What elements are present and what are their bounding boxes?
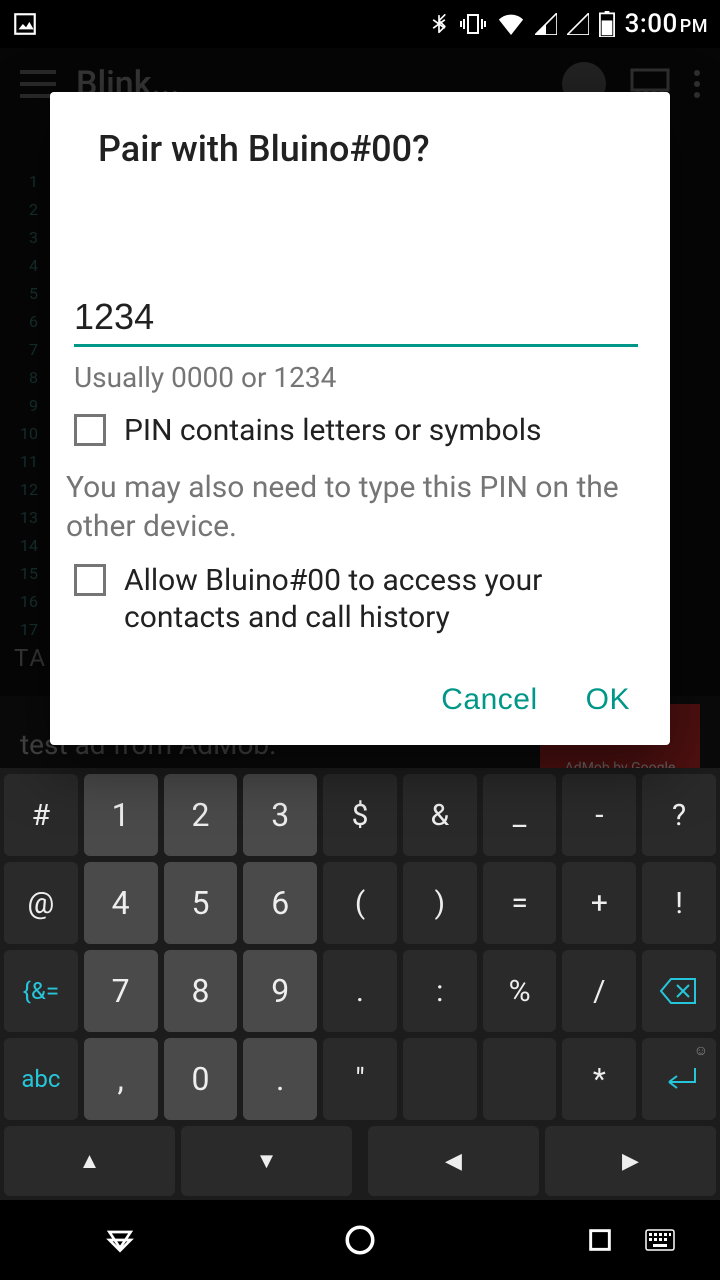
key-5[interactable]: 5 — [164, 862, 238, 944]
key-3[interactable]: 3 — [243, 774, 317, 856]
key-:[interactable]: : — [403, 950, 477, 1032]
status-time: 3:00PM — [625, 9, 708, 39]
key-.[interactable]: . — [243, 1038, 317, 1120]
arrow-left-key[interactable]: ◀ — [368, 1126, 539, 1196]
pin-input[interactable] — [74, 288, 638, 347]
key-([interactable]: ( — [323, 862, 397, 944]
screenshot-notification-icon — [12, 11, 38, 37]
vibrate-icon — [459, 12, 487, 36]
key-blank[interactable] — [483, 1038, 557, 1120]
pin-info-text: You may also need to type this PIN on th… — [66, 468, 638, 546]
contacts-access-label: Allow Bluino#00 to access your contacts … — [124, 562, 638, 637]
key-=[interactable]: = — [483, 862, 557, 944]
key-.[interactable]: . — [323, 950, 397, 1032]
arrow-up-key[interactable]: ▲ — [4, 1126, 175, 1196]
ime-switch-button[interactable] — [620, 1210, 700, 1270]
key-↵[interactable]: ☺ — [642, 1038, 716, 1120]
wifi-icon — [497, 13, 525, 35]
key-blank[interactable] — [403, 1038, 477, 1120]
home-button[interactable] — [320, 1210, 400, 1270]
ok-button[interactable]: OK — [586, 683, 630, 717]
pin-letters-checkbox-row[interactable]: PIN contains letters or symbols — [74, 412, 638, 450]
key-⌫[interactable] — [642, 950, 716, 1032]
contacts-access-checkbox-row[interactable]: Allow Bluino#00 to access your contacts … — [74, 562, 638, 637]
key-0[interactable]: 0 — [164, 1038, 238, 1120]
key-{&=[interactable]: {&= — [4, 950, 78, 1032]
key-?[interactable]: ? — [642, 774, 716, 856]
checkbox-icon[interactable] — [74, 564, 106, 596]
key-%[interactable]: % — [483, 950, 557, 1032]
key-+[interactable]: + — [562, 862, 636, 944]
pin-letters-label: PIN contains letters or symbols — [124, 412, 542, 450]
checkbox-icon[interactable] — [74, 414, 106, 446]
key-&[interactable]: & — [403, 774, 477, 856]
back-button[interactable] — [80, 1210, 160, 1270]
arrow-right-key[interactable]: ▶ — [545, 1126, 716, 1196]
key-8[interactable]: 8 — [164, 950, 238, 1032]
key-4[interactable]: 4 — [84, 862, 158, 944]
key-@[interactable]: @ — [4, 862, 78, 944]
key-2[interactable]: 2 — [164, 774, 238, 856]
key-#[interactable]: # — [4, 774, 78, 856]
key-1[interactable]: 1 — [84, 774, 158, 856]
arrow-down-key[interactable]: ▼ — [181, 1126, 352, 1196]
bluetooth-icon — [429, 10, 449, 38]
cancel-button[interactable]: Cancel — [441, 683, 537, 717]
key-*[interactable]: * — [562, 1038, 636, 1120]
key-/[interactable]: / — [562, 950, 636, 1032]
soft-keyboard: #123$&_-? @456()=+! {&=789.:%/ abc,0." *☺… — [0, 768, 720, 1200]
key-9[interactable]: 9 — [243, 950, 317, 1032]
battery-icon — [599, 11, 615, 37]
key-6[interactable]: 6 — [243, 862, 317, 944]
android-navbar — [0, 1200, 720, 1280]
pair-dialog: Pair with Bluino#00? Usually 0000 or 123… — [50, 92, 670, 745]
key-$[interactable]: $ — [323, 774, 397, 856]
signal-2-icon — [567, 13, 589, 35]
key-abc[interactable]: abc — [4, 1038, 78, 1120]
signal-1-icon — [535, 13, 557, 35]
key--[interactable]: - — [562, 774, 636, 856]
key-_[interactable]: _ — [483, 774, 557, 856]
dialog-title: Pair with Bluino#00? — [50, 92, 670, 178]
key-,[interactable]: , — [84, 1038, 158, 1120]
key-)[interactable]: ) — [403, 862, 477, 944]
key-"[interactable]: " — [323, 1038, 397, 1120]
key-7[interactable]: 7 — [84, 950, 158, 1032]
pin-hint: Usually 0000 or 1234 — [74, 361, 638, 394]
key-![interactable]: ! — [642, 862, 716, 944]
status-bar: 3:00PM — [0, 0, 720, 48]
